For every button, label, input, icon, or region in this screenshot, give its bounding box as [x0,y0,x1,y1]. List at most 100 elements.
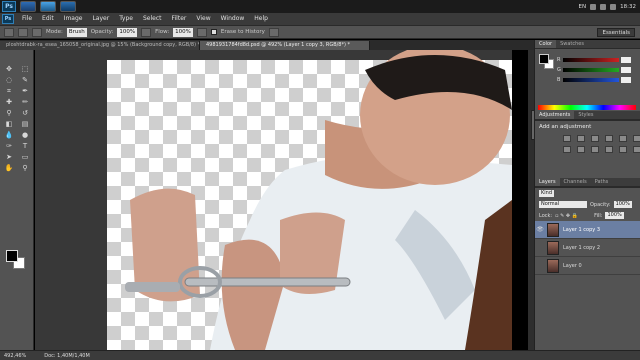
zoom-tool-icon[interactable]: ⚲ [19,163,31,173]
red-slider[interactable]: R [557,57,637,63]
dodge-tool-icon[interactable]: ● [19,130,31,140]
language-indicator[interactable]: EN [579,4,587,10]
layer-name[interactable]: Layer 1 copy 2 [563,245,600,251]
green-slider-bar[interactable] [563,68,619,72]
pressure-size-icon[interactable] [268,27,279,37]
menu-window[interactable]: Window [216,13,250,25]
layer-row[interactable]: 👁 Layer 1 copy 3 [535,221,640,239]
eyedropper-tool-icon[interactable]: ✒ [19,86,31,96]
marquee-tool-icon[interactable]: ⬚ [19,64,31,74]
blue-slider-bar[interactable] [563,78,619,82]
layer-thumbnail[interactable] [547,240,559,255]
color-spectrum[interactable] [538,105,636,110]
menu-edit[interactable]: Edit [37,13,59,25]
fill-input[interactable]: 100% [605,212,624,219]
tab-paths[interactable]: Paths [591,178,613,186]
hue-saturation-icon[interactable] [633,135,640,142]
move-tool-icon[interactable]: ✥ [3,64,15,74]
tab-swatches[interactable]: Swatches [556,40,588,48]
lock-icons[interactable]: ▫ ✎ ✥ 🔒 [555,213,591,219]
opacity-input[interactable]: 100% [117,27,138,37]
menu-image[interactable]: Image [59,13,88,25]
blur-tool-icon[interactable]: 💧 [3,130,15,140]
document-tab[interactable]: ploshtdrabk-ra_esea_165058_original.jpg … [0,41,200,50]
gradient-tool-icon[interactable]: ▤ [19,119,31,129]
healing-brush-tool-icon[interactable]: ✚ [3,97,15,107]
layer-row[interactable]: Layer 0 [535,257,640,275]
shape-tool-icon[interactable]: ▭ [19,152,31,162]
tab-layers[interactable]: Layers [535,178,560,186]
blue-slider[interactable]: B [557,77,637,83]
airbrush-icon[interactable] [196,27,207,37]
menu-file[interactable]: File [17,13,37,25]
invert-icon[interactable] [633,146,640,153]
layer-thumbnail[interactable] [547,222,559,237]
foreground-color-swatch[interactable] [539,54,549,64]
layer-opacity-input[interactable]: 100% [613,201,632,208]
document-tab-active[interactable]: 4981931784fd8d.psd @ 492% (Layer 1 copy … [200,41,370,50]
green-slider[interactable]: G [557,67,637,73]
foreground-color-swatch[interactable] [6,250,18,262]
eraser-tool-icon[interactable]: ◧ [3,119,15,129]
red-slider-bar[interactable] [563,58,619,62]
taskbar-app-button[interactable] [60,1,76,12]
pressure-opacity-icon[interactable] [141,27,152,37]
layer-thumbnail[interactable] [547,258,559,273]
color-lookup-icon[interactable] [619,146,627,153]
history-brush-tool-icon[interactable]: ↺ [19,108,31,118]
battery-icon[interactable] [610,3,617,10]
brush-panel-toggle-icon[interactable] [32,27,42,37]
crop-tool-icon[interactable]: ⌗ [3,86,15,96]
document-canvas[interactable] [35,50,512,350]
menu-layer[interactable]: Layer [87,13,114,25]
document-size[interactable]: Doc: 1,40M/1,40M [44,353,90,359]
visibility-eye-icon[interactable]: 👁 [535,226,545,233]
type-tool-icon[interactable]: T [19,141,31,151]
clone-stamp-tool-icon[interactable]: ⚲ [3,108,15,118]
channel-mixer-icon[interactable] [605,146,613,153]
pen-tool-icon[interactable]: ✑ [3,141,15,151]
taskbar-app-button[interactable] [20,1,36,12]
path-select-tool-icon[interactable]: ➤ [3,152,15,162]
brightness-contrast-icon[interactable] [563,135,571,142]
flow-input[interactable]: 100% [173,27,193,37]
menu-view[interactable]: View [191,13,215,25]
layer-row[interactable]: Layer 1 copy 2 [535,239,640,257]
black-white-icon[interactable] [577,146,585,153]
brush-tool-icon[interactable]: ✏ [19,97,31,107]
workspace-switcher[interactable]: Essentials [597,28,635,37]
menu-select[interactable]: Select [138,13,167,25]
layer-name[interactable]: Layer 0 [563,263,582,269]
red-value-input[interactable] [621,57,631,63]
tab-adjustments[interactable]: Adjustments [535,111,575,119]
lasso-tool-icon[interactable]: ◌ [3,75,15,85]
mode-select[interactable]: Brush [66,27,87,37]
color-panel-swatches[interactable] [539,54,554,69]
curves-icon[interactable] [591,135,599,142]
eraser-tool-preset-icon[interactable] [4,27,14,37]
tab-styles[interactable]: Styles [574,111,597,119]
zoom-level[interactable]: 492,46% [4,353,26,359]
blend-mode-select[interactable]: Normal [539,201,587,208]
photoshop-taskbar-icon[interactable]: Ps [2,1,16,12]
menu-help[interactable]: Help [249,13,273,25]
tab-channels[interactable]: Channels [560,178,591,186]
erase-to-history-checkbox[interactable] [210,29,217,35]
color-swatches[interactable] [6,250,26,270]
levels-icon[interactable] [577,135,585,142]
volume-icon[interactable] [600,3,607,10]
blue-value-input[interactable] [621,77,631,83]
brush-preset-icon[interactable] [18,27,28,37]
tab-color[interactable]: Color [535,40,557,48]
photo-filter-icon[interactable] [591,146,599,153]
clock[interactable]: 18:32 [620,4,636,10]
menu-filter[interactable]: Filter [167,13,192,25]
layer-name[interactable]: Layer 1 copy 3 [563,227,600,233]
network-icon[interactable] [590,3,597,10]
taskbar-app-button[interactable] [40,1,56,12]
quick-select-tool-icon[interactable]: ✎ [19,75,31,85]
layer-kind-filter[interactable]: Kind [539,190,555,197]
color-balance-icon[interactable] [563,146,571,153]
hand-tool-icon[interactable]: ✋ [3,163,15,173]
green-value-input[interactable] [621,67,631,73]
